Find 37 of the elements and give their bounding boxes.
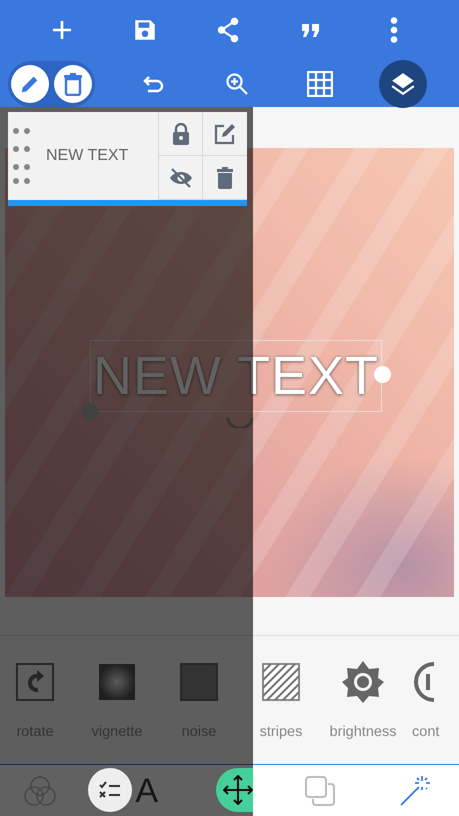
magic-wand-icon[interactable] (398, 774, 430, 806)
text-tool-icon[interactable]: A (135, 772, 158, 808)
drag-handle-icon[interactable] (12, 127, 32, 185)
grid-icon[interactable] (306, 70, 332, 96)
trash-icon (217, 166, 233, 188)
layers-icon (390, 70, 416, 96)
add-icon[interactable] (52, 20, 72, 40)
stripes-icon (262, 660, 300, 704)
quote-icon[interactable] (300, 22, 320, 38)
edit-icon (214, 122, 236, 144)
tool-label: cont (412, 724, 440, 740)
trash-icon (63, 72, 84, 96)
move-icon (223, 775, 253, 805)
tool-label: stripes (260, 724, 302, 740)
undo-icon[interactable] (142, 74, 164, 92)
tool-item[interactable]: cont (404, 660, 440, 740)
layer-name[interactable]: NEW TEXT (46, 147, 128, 165)
zoom-in-icon[interactable] (224, 72, 248, 96)
delete-layer-button[interactable] (202, 156, 247, 200)
contrast-icon (412, 660, 434, 704)
noise-icon (180, 660, 218, 704)
more-icon[interactable] (390, 17, 398, 43)
draw-button[interactable] (10, 64, 49, 102)
delete-button[interactable] (54, 64, 92, 102)
tool-item[interactable]: stripes (240, 660, 322, 740)
hidden-eye-icon (168, 168, 192, 188)
edit-button[interactable] (202, 112, 247, 156)
brightness-icon (341, 660, 385, 704)
checklist-icon (99, 781, 121, 799)
color-circles-icon[interactable] (24, 774, 56, 806)
tool-item[interactable]: brightness (322, 660, 404, 740)
tool-label: brightness (330, 724, 396, 740)
rotate-icon (16, 660, 54, 704)
rotate-handle[interactable] (226, 416, 254, 428)
lock-icon (172, 122, 190, 144)
lock-button[interactable] (158, 112, 202, 156)
visibility-button[interactable] (158, 156, 202, 200)
